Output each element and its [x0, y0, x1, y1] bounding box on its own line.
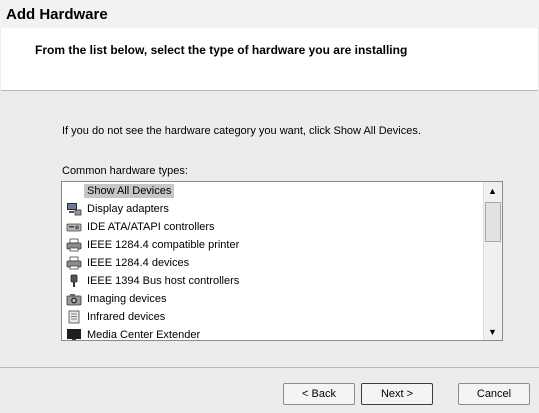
next-button[interactable]: Next >: [361, 383, 433, 405]
list-item-ide-controllers[interactable]: IDE ATA/ATAPI controllers: [62, 218, 481, 236]
list-item-media-center-extender[interactable]: Media Center Extender: [62, 326, 481, 341]
wizard-header: From the list below, select the type of …: [1, 28, 538, 91]
list-item-label: IEEE 1284.4 compatible printer: [87, 239, 240, 251]
list-item-show-all-devices[interactable]: Show All Devices: [62, 182, 481, 200]
wizard-body: If you do not see the hardware category …: [0, 91, 539, 366]
list-scrollbar[interactable]: ▲ ▼: [483, 182, 502, 340]
list-item-ieee-1394-controllers[interactable]: IEEE 1394 Bus host controllers: [62, 272, 481, 290]
monitor-icon: [66, 328, 82, 340]
printer-icon: [66, 256, 82, 270]
list-item-label: Infrared devices: [87, 311, 166, 323]
page-subtitle: From the list below, select the type of …: [35, 43, 408, 57]
printer-icon: [66, 238, 82, 252]
list-item-label: Display adapters: [87, 203, 169, 215]
list-item-imaging-devices[interactable]: Imaging devices: [62, 290, 481, 308]
wizard-footer: < Back Next > Cancel: [0, 368, 539, 413]
display-adapter-icon: [66, 202, 82, 216]
list-item-label: Media Center Extender: [87, 329, 201, 341]
infrared-icon: [66, 310, 82, 324]
list-item-label: Show All Devices: [84, 184, 175, 198]
list-item-label: Imaging devices: [87, 293, 167, 305]
list-item-display-adapters[interactable]: Display adapters: [62, 200, 481, 218]
camera-icon: [66, 292, 82, 306]
list-item-label: IDE ATA/ATAPI controllers: [87, 221, 215, 233]
list-item-ieee-1284-devices[interactable]: IEEE 1284.4 devices: [62, 254, 481, 272]
list-item-label: IEEE 1284.4 devices: [87, 257, 190, 269]
instruction-text: If you do not see the hardware category …: [62, 125, 421, 137]
window-title: Add Hardware: [6, 6, 108, 23]
list-item-infrared-devices[interactable]: Infrared devices: [62, 308, 481, 326]
list-item-ieee-1284-printer[interactable]: IEEE 1284.4 compatible printer: [62, 236, 481, 254]
ieee-1394-icon: [66, 274, 82, 288]
list-item-label: IEEE 1394 Bus host controllers: [87, 275, 240, 287]
scroll-down-arrow-icon[interactable]: ▼: [484, 323, 501, 340]
scrollbar-thumb[interactable]: [485, 202, 501, 242]
ide-controller-icon: [66, 220, 82, 234]
back-button[interactable]: < Back: [283, 383, 355, 405]
hardware-type-list[interactable]: Show All Devices Display adapters IDE AT…: [61, 181, 503, 341]
cancel-button[interactable]: Cancel: [458, 383, 530, 405]
scroll-up-arrow-icon[interactable]: ▲: [484, 182, 501, 199]
title-bar: Add Hardware: [0, 0, 539, 29]
list-label: Common hardware types:: [62, 165, 188, 177]
